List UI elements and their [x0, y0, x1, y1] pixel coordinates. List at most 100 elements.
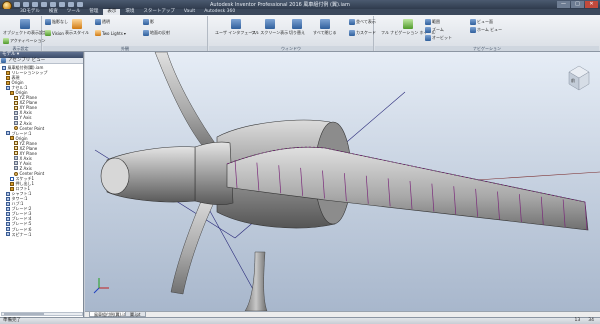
zoom-icon — [425, 27, 431, 33]
plane-icon — [14, 95, 18, 100]
activation-icon — [3, 38, 9, 44]
sketch-icon — [10, 176, 14, 181]
title-bar: Autodesk Inventor Professional 2016 風車組付… — [0, 0, 600, 11]
undo-icon[interactable] — [41, 2, 47, 7]
panel-label: ウィンドウ — [209, 46, 373, 51]
full-screen-button[interactable]: フル スクリーン表示 — [251, 19, 288, 35]
wind-turbine-model: 前 — [93, 52, 600, 311]
save-icon[interactable] — [32, 2, 38, 7]
folder-icon — [6, 70, 10, 75]
transparency-icon — [95, 19, 101, 25]
part-icon — [6, 131, 10, 136]
visual-style-icon — [72, 19, 82, 29]
orbit-button[interactable]: オービット — [425, 35, 452, 41]
switch-icon — [292, 19, 302, 29]
vision-button[interactable]: Vision — [45, 30, 64, 36]
lighting-style-dropdown[interactable]: Two Lights ▾ — [95, 30, 126, 36]
window-title: Autodesk Inventor Professional 2016 風車組付… — [210, 2, 350, 8]
look-at-icon — [470, 19, 476, 25]
plane-icon — [14, 141, 18, 146]
part-icon — [6, 211, 10, 216]
close-all-button[interactable]: すべて閉じる — [313, 19, 337, 35]
home-view-button[interactable]: ホーム ビュー — [470, 27, 502, 33]
part-icon — [6, 85, 10, 90]
close-all-icon — [319, 19, 330, 29]
maximize-button[interactable]: □ — [571, 1, 584, 8]
visual-style-button[interactable]: 表示スタイル — [65, 19, 89, 35]
chevron-down-icon: ▾ — [123, 30, 126, 36]
panel-label: 外観 — [43, 46, 207, 51]
appearance-icon[interactable] — [77, 2, 83, 7]
browser-toolbar: アセンブリ ビュー — [0, 58, 83, 64]
home-icon — [470, 27, 476, 33]
tile-button[interactable]: 並べて表示 — [349, 19, 376, 25]
folder-icon — [6, 75, 10, 80]
visibility-icon — [20, 19, 30, 29]
reflection-icon — [143, 30, 149, 36]
horizontal-scrollbar[interactable] — [1, 312, 83, 316]
axis-icon — [14, 115, 18, 120]
feature-icon — [10, 181, 14, 186]
panel-label: 表示設定 — [0, 46, 41, 51]
ribbon: オブジェクトの表示設定 アクティベーション 表示設定 表示スタイル 陰影なし T… — [0, 15, 600, 52]
vision-icon — [45, 30, 51, 36]
graphics-window[interactable]: 前 — [85, 52, 600, 311]
tower-body — [244, 251, 268, 311]
object-visibility-button[interactable]: オブジェクトの表示設定 — [3, 19, 47, 35]
open-icon[interactable] — [23, 2, 29, 7]
upper-blade — [154, 52, 218, 153]
part-icon — [6, 227, 10, 232]
window-controls: — □ ✕ — [557, 1, 598, 8]
part-icon — [6, 206, 10, 211]
axis-icon — [14, 166, 18, 171]
part-icon — [6, 221, 10, 226]
user-interface-button[interactable]: ユーザ インタフェース — [215, 19, 256, 35]
shadows-button[interactable]: 影 — [143, 19, 154, 25]
no-shading-button[interactable]: 陰影なし — [45, 19, 68, 25]
close-button[interactable]: ✕ — [585, 1, 598, 8]
redo-icon[interactable] — [50, 2, 56, 7]
look-at-button[interactable]: ビュー面 — [470, 19, 493, 25]
browser-tree: 風車組付例(翼).iam リレーションシップ 表現 Origin ナセル:1 Origin… — [0, 64, 83, 237]
point-icon — [14, 171, 18, 176]
new-icon[interactable] — [14, 2, 20, 7]
ground-reflection-button[interactable]: 地面の反射 — [143, 30, 170, 36]
select-icon[interactable] — [59, 2, 65, 7]
quick-access-toolbar — [14, 1, 83, 8]
panel-visibility: オブジェクトの表示設定 アクティベーション 表示設定 — [0, 16, 47, 51]
activation-button[interactable]: アクティベーション — [3, 38, 45, 44]
filter-icon[interactable] — [1, 58, 6, 63]
lower-blade — [170, 191, 217, 295]
part-icon — [6, 201, 10, 206]
transparency-button[interactable]: 透明 — [95, 19, 110, 25]
occurrence-count: 13 — [574, 318, 581, 323]
status-counts: 13 34 — [575, 318, 594, 324]
tile-icon — [349, 19, 355, 25]
spinner-tip — [100, 157, 130, 195]
folder-icon — [6, 80, 10, 85]
feature-icon — [10, 186, 14, 191]
axis-icon — [14, 161, 18, 166]
part-icon — [6, 216, 10, 221]
browser-node[interactable]: スピナー:1 — [0, 232, 83, 237]
shading-icon — [45, 19, 51, 25]
coordinate-triad-icon — [93, 278, 109, 294]
axis-icon — [14, 110, 18, 115]
light-icon — [95, 30, 101, 36]
minimize-button[interactable]: — — [557, 1, 570, 8]
axis-icon — [14, 121, 18, 126]
zoom-button[interactable]: ズーム — [425, 27, 444, 33]
cascade-button[interactable]: カスケード — [349, 30, 376, 36]
document-count: 34 — [588, 318, 594, 323]
material-icon[interactable] — [68, 2, 74, 7]
viewcube[interactable]: 前 — [568, 65, 590, 91]
part-icon — [6, 232, 10, 237]
scrollbar-thumb[interactable] — [4, 313, 44, 315]
plane-icon — [14, 105, 18, 110]
user-interface-icon — [230, 19, 241, 29]
switch-button[interactable]: 切り替え — [289, 19, 305, 35]
axis-icon — [14, 156, 18, 161]
pan-button[interactable]: 範囲 — [425, 19, 440, 25]
folder-icon — [10, 136, 14, 141]
point-icon — [14, 126, 18, 131]
